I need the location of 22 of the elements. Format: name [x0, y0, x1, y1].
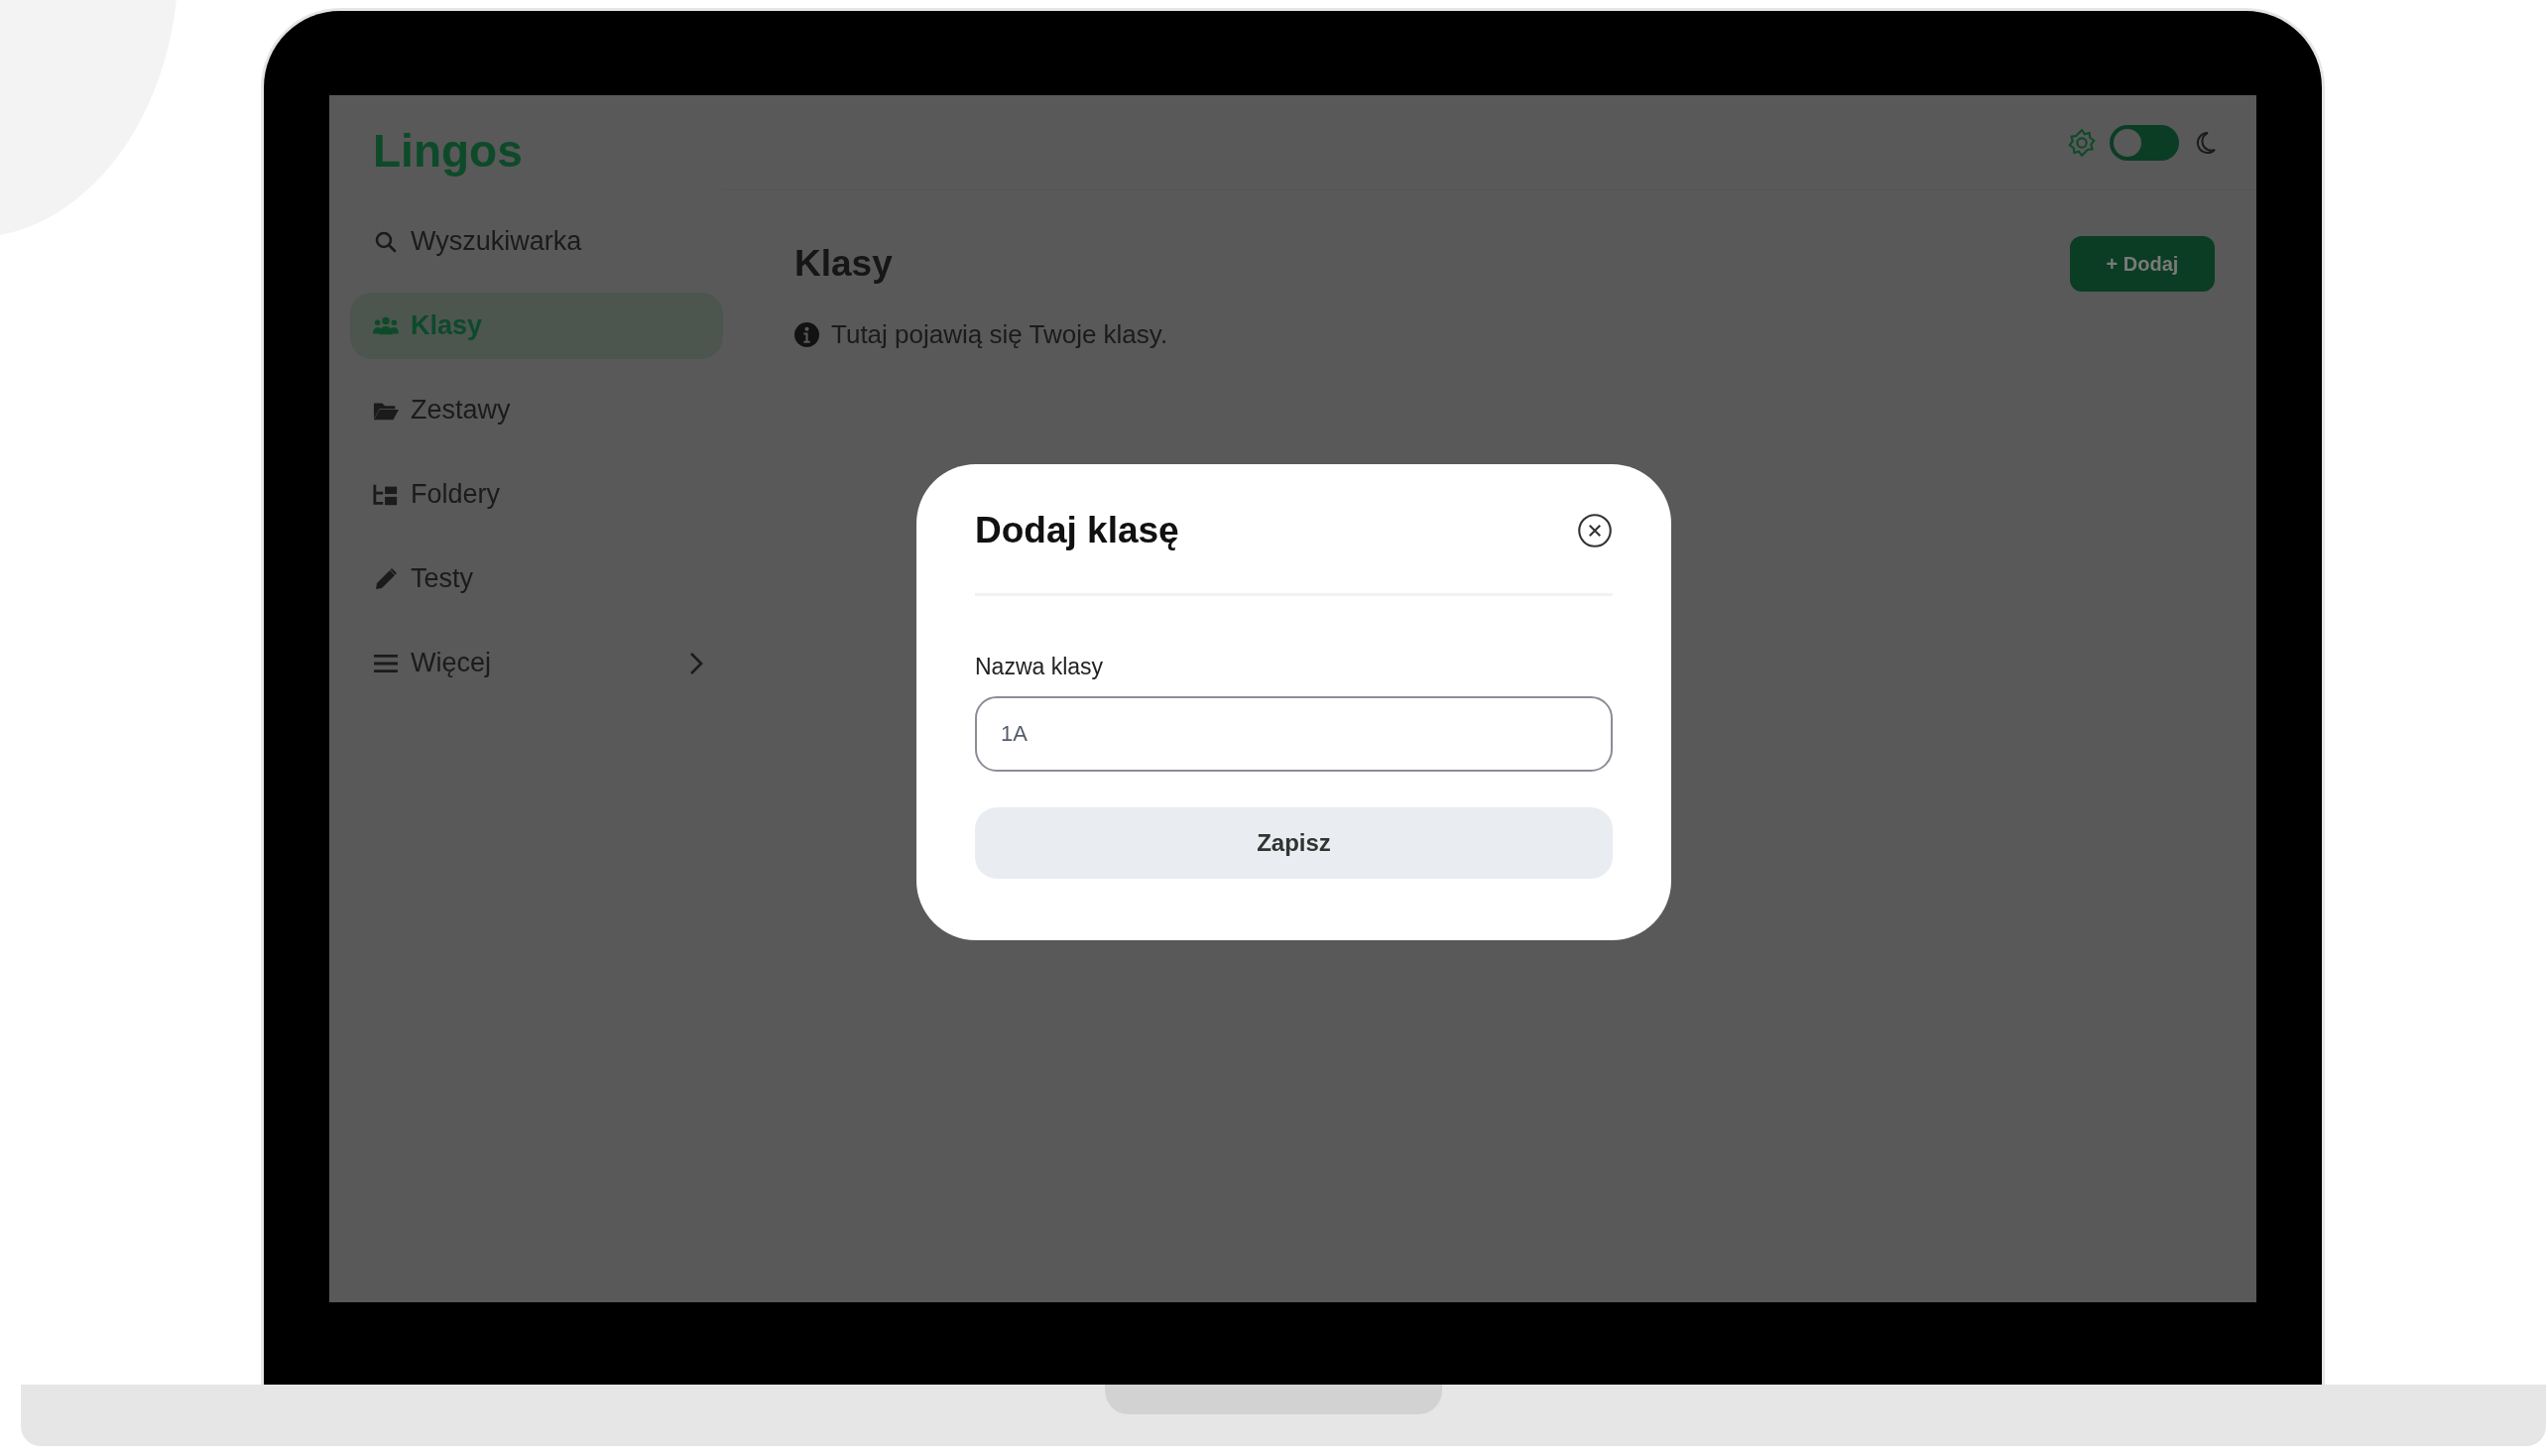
field-label: Nazwa klasy — [975, 654, 1105, 680]
folder-tree-icon — [373, 482, 399, 507]
sidebar-item[interactable]: Klasy — [350, 293, 723, 359]
sidebar-item[interactable]: Testy — [350, 546, 723, 612]
pencil-icon — [373, 566, 399, 591]
info-icon — [794, 322, 819, 347]
sun-gear-icon — [2068, 128, 2096, 157]
chevron-right-icon — [689, 651, 703, 675]
info-message: Tutaj pojawią się Twoje klasy. — [831, 319, 1168, 350]
save-button[interactable]: Zapisz — [975, 807, 1613, 879]
sidebar-item[interactable]: Zestawy — [350, 377, 723, 443]
class-name-field[interactable]: 1A — [975, 696, 1613, 772]
app-logo: Lingos — [372, 124, 524, 179]
sidebar-item[interactable]: Foldery — [350, 461, 723, 528]
search-icon — [373, 229, 399, 254]
modal-title: Dodaj klasę — [975, 510, 1179, 551]
sidebar-item[interactable]: Więcej — [350, 630, 723, 696]
close-icon[interactable] — [1577, 513, 1613, 548]
theme-toggle[interactable] — [2110, 124, 2179, 161]
sidebar-item[interactable]: Wyszukiwarka — [350, 208, 723, 275]
page-title: Klasy — [794, 243, 893, 285]
add-button[interactable]: + Dodaj — [2070, 236, 2215, 292]
